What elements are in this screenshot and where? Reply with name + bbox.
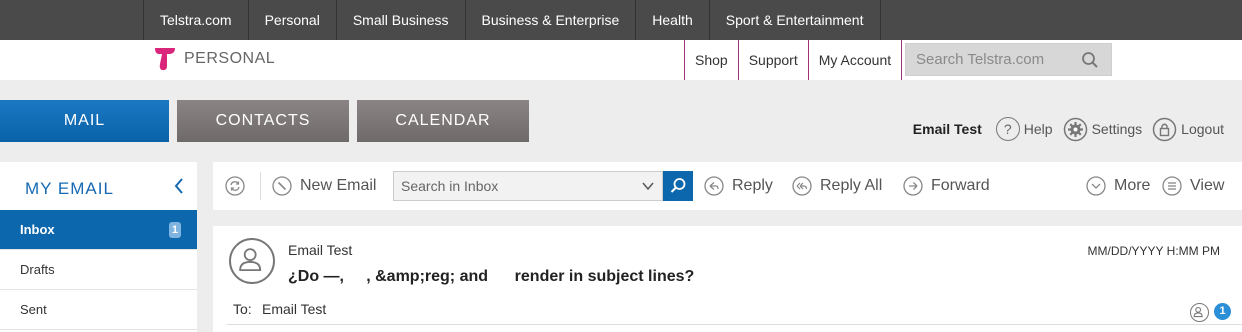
reply-icon bbox=[704, 176, 724, 196]
chevron-down-circle-icon bbox=[1086, 176, 1106, 196]
logout-button[interactable]: Logout bbox=[1152, 117, 1224, 142]
recipient-name[interactable]: Email Test bbox=[262, 301, 326, 317]
to-label: To: bbox=[233, 301, 252, 317]
settings-label: Settings bbox=[1091, 121, 1143, 137]
new-email-label: New Email bbox=[300, 177, 377, 194]
reply-all-button[interactable]: Reply All bbox=[792, 174, 882, 198]
forward-label: Forward bbox=[931, 177, 990, 194]
chevron-down-icon[interactable] bbox=[642, 180, 654, 192]
inbox-search-placeholder: Search in Inbox bbox=[401, 178, 499, 194]
sidebar-item-sent[interactable]: Sent bbox=[0, 290, 197, 330]
new-email-button[interactable]: New Email bbox=[272, 174, 376, 198]
chevron-left-icon[interactable] bbox=[173, 177, 185, 195]
help-label: Help bbox=[1023, 121, 1053, 137]
reply-all-label: Reply All bbox=[820, 177, 883, 194]
more-button[interactable]: More bbox=[1086, 174, 1150, 198]
sidebar-item-inbox[interactable]: Inbox 1 bbox=[0, 210, 197, 250]
gear-icon bbox=[1063, 117, 1087, 141]
global-nav-health[interactable]: Health bbox=[635, 0, 708, 40]
refresh-button[interactable] bbox=[225, 174, 245, 198]
tab-calendar[interactable]: CALENDAR bbox=[357, 100, 529, 142]
sidebar-header: MY EMAIL bbox=[0, 162, 197, 210]
search-icon[interactable] bbox=[1081, 51, 1099, 69]
toolbar-divider bbox=[260, 172, 261, 200]
sender-name: Email Test bbox=[288, 242, 353, 258]
user-area: Email Test ? Help Settings Logout bbox=[913, 116, 1224, 142]
mail-toolbar: New Email Search in Inbox Reply Reply Al… bbox=[213, 162, 1242, 210]
inbox-search-input[interactable]: Search in Inbox bbox=[393, 171, 663, 201]
shop-link[interactable]: Shop bbox=[684, 40, 738, 80]
message-date: MM/DD/YYYY H:MM PM bbox=[1087, 244, 1220, 258]
message-reading-pane: Email Test MM/DD/YYYY H:MM PM ¿Do —, , &… bbox=[213, 226, 1242, 332]
sidebar-title: MY EMAIL bbox=[25, 179, 114, 198]
telstra-search-input[interactable]: Search Telstra.com bbox=[905, 43, 1112, 76]
global-nav-bar: Telstra.com Personal Small Business Busi… bbox=[0, 0, 1242, 40]
user-name: Email Test bbox=[912, 121, 982, 137]
global-nav-sport-entertainment[interactable]: Sport & Entertainment bbox=[708, 0, 881, 40]
avatar-icon bbox=[229, 238, 275, 284]
reply-button[interactable]: Reply bbox=[704, 174, 773, 198]
telstra-search-placeholder: Search Telstra.com bbox=[916, 51, 1045, 68]
unread-count-badge: 1 bbox=[168, 222, 181, 238]
my-account-link[interactable]: My Account bbox=[807, 40, 903, 80]
recipients-icon[interactable] bbox=[1190, 303, 1209, 322]
tab-contacts[interactable]: CONTACTS bbox=[177, 100, 349, 142]
help-button[interactable]: ? Help bbox=[995, 117, 1053, 141]
global-nav-personal[interactable]: Personal bbox=[247, 0, 336, 40]
message-subject: ¿Do —, , &amp;reg; and render in subject… bbox=[288, 268, 695, 285]
sidebar-item-label: Drafts bbox=[20, 262, 55, 277]
view-button[interactable]: View bbox=[1162, 174, 1224, 198]
help-icon: ? bbox=[995, 117, 1020, 141]
forward-icon bbox=[903, 176, 923, 196]
forward-button[interactable]: Forward bbox=[903, 174, 990, 198]
lock-icon bbox=[1152, 117, 1177, 141]
view-label: View bbox=[1190, 177, 1225, 194]
telstra-logo-icon[interactable] bbox=[153, 46, 177, 72]
global-nav-small-business[interactable]: Small Business bbox=[335, 0, 465, 40]
sidebar-item-label: Sent bbox=[20, 302, 47, 317]
sidebar-item-drafts[interactable]: Drafts bbox=[0, 250, 197, 290]
search-icon bbox=[670, 178, 686, 193]
recipient-count-badge: 1 bbox=[1214, 303, 1231, 320]
header-divider bbox=[227, 324, 1242, 325]
header-links: Shop Support My Account bbox=[684, 40, 903, 80]
global-nav-telstra[interactable]: Telstra.com bbox=[143, 0, 248, 40]
pencil-icon bbox=[272, 176, 292, 196]
reply-label: Reply bbox=[732, 177, 773, 194]
list-icon bbox=[1162, 176, 1182, 196]
tab-mail[interactable]: MAIL bbox=[0, 100, 169, 142]
inbox-search-button[interactable] bbox=[663, 171, 693, 201]
more-label: More bbox=[1114, 177, 1151, 194]
settings-button[interactable]: Settings bbox=[1063, 117, 1143, 142]
sidebar: MY EMAIL Inbox 1 Drafts Sent bbox=[0, 162, 197, 332]
global-nav: Telstra.com Personal Small Business Busi… bbox=[143, 0, 881, 40]
reply-all-icon bbox=[792, 176, 812, 196]
refresh-icon bbox=[225, 176, 245, 196]
brand-label: PERSONAL bbox=[184, 50, 276, 67]
sidebar-item-label: Inbox bbox=[20, 222, 55, 237]
logout-label: Logout bbox=[1181, 121, 1224, 137]
global-nav-business-enterprise[interactable]: Business & Enterprise bbox=[464, 0, 636, 40]
support-link[interactable]: Support bbox=[737, 40, 808, 80]
